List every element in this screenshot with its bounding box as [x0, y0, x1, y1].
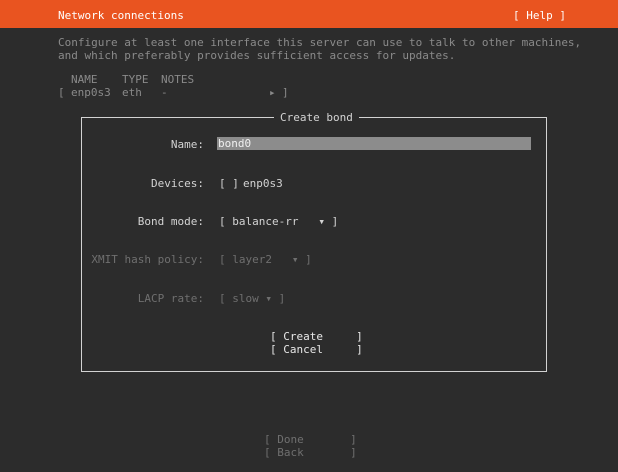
- intro-line-2: and which preferably provides sufficient…: [58, 49, 456, 62]
- bond-mode-select[interactable]: [ balance-rr ▾ ]: [219, 215, 338, 228]
- devices-label: Devices:: [151, 177, 204, 190]
- help-button[interactable]: [ Help ]: [513, 9, 566, 22]
- name-label: Name:: [170, 138, 204, 151]
- page-title: Network connections: [58, 9, 184, 22]
- row-bracket-close: ]: [282, 86, 289, 99]
- name-input[interactable]: [217, 137, 531, 150]
- done-button[interactable]: [ Done ]: [264, 433, 357, 446]
- column-header-type: TYPE: [122, 73, 149, 86]
- back-button[interactable]: [ Back ]: [264, 446, 357, 459]
- lacp-rate-select: [ slow ▾ ]: [219, 292, 286, 305]
- interface-type: eth: [122, 86, 142, 99]
- interface-notes: -: [161, 86, 168, 99]
- header-bar: Network connections [ Help ]: [0, 0, 618, 28]
- device-label-enp0s3: enp0s3: [243, 177, 283, 190]
- interface-name: enp0s3: [71, 86, 111, 99]
- expand-arrow-icon[interactable]: ▸: [269, 86, 276, 99]
- xmit-hash-policy-label: XMIT hash policy:: [91, 253, 204, 266]
- lacp-rate-label: LACP rate:: [137, 292, 204, 305]
- column-header-notes: NOTES: [161, 73, 195, 86]
- intro-text: Configure at least one interface this se…: [58, 36, 581, 62]
- column-header-name: NAME: [71, 73, 98, 86]
- bond-mode-label: Bond mode:: [137, 215, 204, 228]
- cancel-button[interactable]: [ Cancel ]: [270, 343, 363, 356]
- intro-line-1: Configure at least one interface this se…: [58, 36, 582, 49]
- device-checkbox-enp0s3[interactable]: [ ]: [219, 177, 239, 190]
- dialog-title: Create bond: [274, 110, 359, 126]
- row-bracket-open: [: [58, 86, 65, 99]
- create-button[interactable]: [ Create ]: [270, 330, 363, 343]
- xmit-hash-policy-select: [ layer2 ▾ ]: [219, 253, 312, 266]
